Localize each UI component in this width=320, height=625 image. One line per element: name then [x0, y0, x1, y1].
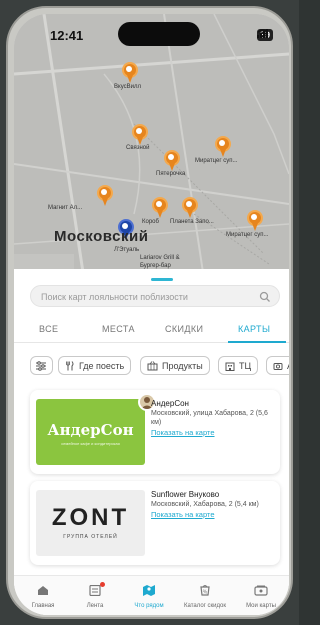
status-icons: 89	[256, 29, 273, 41]
card-address: Московский, Хабарова, 2 (5,4 км)	[151, 501, 259, 508]
map-district-label: Московский	[54, 228, 149, 245]
tab-cards[interactable]: КАРТЫ	[238, 324, 270, 334]
card-logo-anderson: АндерСон семейное кафе и кондитерская	[36, 399, 145, 465]
map-label: ВкусВилл	[114, 84, 141, 90]
feed-icon	[89, 584, 101, 597]
tab-places[interactable]: МЕСТА	[102, 324, 135, 334]
search-icon[interactable]	[259, 290, 271, 308]
filter-chip-groceries[interactable]: Продукты	[140, 356, 210, 375]
nav-catalog[interactable]: % Каталог скидок	[180, 583, 230, 609]
map-label: Л'Этуаль	[114, 247, 140, 253]
nav-label: Лента	[86, 603, 104, 609]
filter-chip-label: ТЦ	[239, 360, 252, 371]
logo-text: АндерСон	[47, 421, 134, 439]
filter-settings-button[interactable]	[30, 356, 53, 375]
cards-icon	[254, 585, 268, 596]
nav-nearby[interactable]: Что рядом	[124, 583, 174, 609]
logo-subtext: ГРУППА ОТЕЛЕЙ	[63, 534, 118, 540]
nav-feed[interactable]: Лента	[70, 582, 120, 609]
wifi-icon	[257, 29, 269, 38]
status-bar: 12:41 89	[14, 14, 289, 48]
map-label: Планета Запо...	[170, 219, 214, 225]
map-label: Магнит Ал...	[48, 205, 83, 211]
nav-label: Мои карты	[246, 603, 276, 609]
filter-chip-label: Где поесть	[79, 360, 125, 371]
svg-text:%: %	[203, 590, 208, 596]
show-on-map-link[interactable]: Показать на карте	[151, 428, 215, 437]
map-label: Миратцег суп...	[226, 232, 269, 238]
sheet-grab-handle[interactable]	[151, 278, 173, 281]
home-icon	[38, 586, 48, 595]
bottom-sheet: ВСЕ МЕСТА СКИДКИ КАРТЫ Где	[14, 269, 289, 615]
map-label: Связной	[126, 145, 150, 151]
show-on-map-link[interactable]: Показать на карте	[151, 510, 215, 519]
filter-chips: Где поесть Продукты ТЦ Ап	[30, 356, 289, 376]
nav-home[interactable]: Главная	[18, 583, 68, 609]
map-label: Короб	[142, 219, 159, 225]
filter-chip-food[interactable]: Где поесть	[58, 356, 132, 375]
map-pin[interactable]	[152, 197, 168, 219]
active-tab-indicator	[228, 341, 286, 343]
device-frame: ВкусВилл Связной Пятерочка Миратцег суп.…	[0, 0, 299, 625]
category-tabs: ВСЕ МЕСТА СКИДКИ КАРТЫ	[14, 317, 289, 343]
logo-text: ZONT	[51, 504, 130, 531]
loyalty-card[interactable]: ZONT ГРУППА ОТЕЛЕЙ Sunflower Внуково Мос…	[30, 481, 280, 565]
tab-discounts[interactable]: СКИДКИ	[165, 324, 203, 334]
nav-label: Что рядом	[134, 603, 164, 609]
search-bar[interactable]	[30, 285, 280, 307]
nav-label: Главная	[31, 603, 55, 609]
map-pin[interactable]	[247, 210, 263, 232]
building-icon	[225, 362, 235, 371]
loyalty-card[interactable]: АндерСон семейное кафе и кондитерская Ан…	[30, 390, 280, 474]
filter-chip-pharmacy[interactable]: Ап	[266, 356, 289, 375]
filter-chip-malls[interactable]: ТЦ	[218, 356, 259, 375]
tab-all[interactable]: ВСЕ	[39, 324, 58, 334]
nav-label: Каталог скидок	[184, 603, 226, 609]
card-logo-zont: ZONT ГРУППА ОТЕЛЕЙ	[36, 490, 145, 556]
filter-chip-label: Продукты	[162, 360, 203, 371]
cutlery-icon	[66, 360, 74, 370]
notification-dot	[100, 582, 105, 587]
camera-icon	[273, 362, 283, 370]
logo-subtext: семейное кафе и кондитерская	[61, 441, 120, 446]
map-pin[interactable]	[215, 136, 231, 158]
map-pin[interactable]	[182, 197, 198, 219]
dynamic-island	[118, 22, 200, 46]
status-time: 12:41	[50, 28, 84, 43]
map-view[interactable]: ВкусВилл Связной Пятерочка Миратцег суп.…	[14, 14, 289, 279]
bottom-navigation: Главная Лента Что рядом % Каталог скидок	[14, 575, 289, 615]
map-pin[interactable]	[97, 185, 113, 207]
card-title: АндерСон	[151, 399, 189, 408]
filter-chip-label: Ап	[287, 361, 289, 371]
basket-icon	[147, 360, 158, 370]
app-screen: ВкусВилл Связной Пятерочка Миратцег суп.…	[14, 14, 289, 615]
map-pin[interactable]	[164, 150, 180, 172]
card-title: Sunflower Внуково	[151, 490, 220, 499]
catalog-icon: %	[200, 585, 210, 596]
card-address: Московский, улица Хабарова, 2 (5,6 км)	[151, 410, 268, 426]
phone-body: ВкусВилл Связной Пятерочка Миратцег суп.…	[6, 6, 293, 619]
search-input[interactable]	[41, 289, 251, 304]
map-label: Lariarov Grill &	[140, 255, 180, 261]
map-label: Пятерочка	[156, 171, 186, 177]
sliders-icon	[36, 360, 46, 371]
map-pin[interactable]	[122, 62, 138, 84]
map-label: Миратцег суп...	[195, 158, 238, 164]
nav-my-cards[interactable]: Мои карты	[236, 583, 286, 609]
map-pin[interactable]	[132, 124, 148, 146]
map-icon	[143, 585, 155, 596]
